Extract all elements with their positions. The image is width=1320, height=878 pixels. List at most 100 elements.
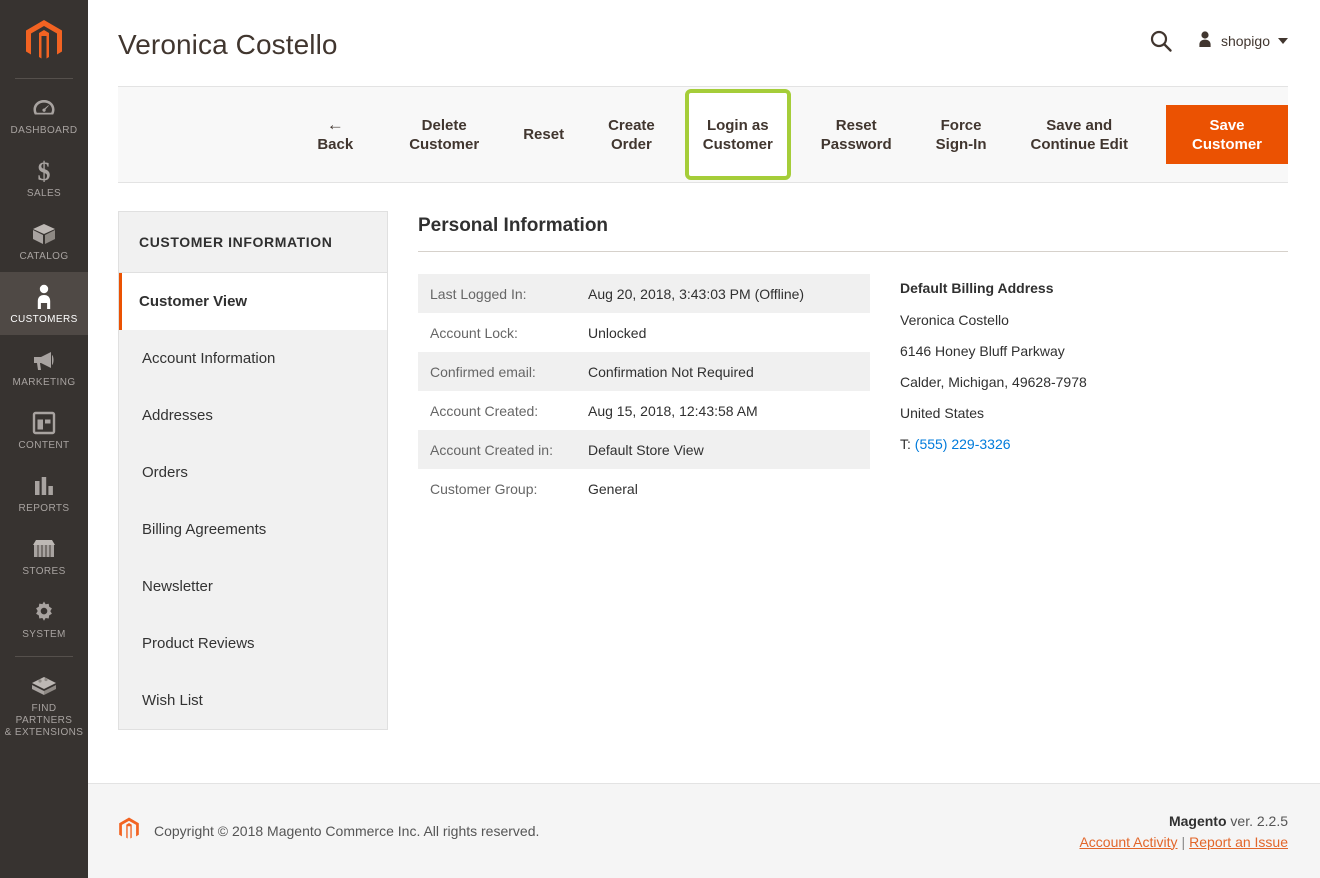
save-and-continue-edit-button[interactable]: Save and Continue Edit (1008, 87, 1150, 182)
delete-customer-button[interactable]: Delete Customer (387, 87, 501, 182)
force-sign-in-button[interactable]: Force Sign-In (914, 87, 1009, 182)
back-button-label: Back (317, 135, 354, 153)
person-icon (29, 283, 59, 311)
dollar-sign-icon: $ (29, 157, 59, 185)
sidebar-item-reports[interactable]: REPORTS (0, 461, 88, 524)
login-as-customer-button[interactable]: Login as Customer (684, 89, 791, 180)
sidebar-item-system[interactable]: SYSTEM (0, 587, 88, 650)
sidebar-item-catalog[interactable]: CATALOG (0, 209, 88, 272)
search-icon[interactable] (1148, 28, 1174, 54)
sidebar-item-customers[interactable]: CUSTOMERS (0, 272, 88, 335)
account-activity-link[interactable]: Account Activity (1079, 834, 1177, 850)
footer-link-separator: | (1181, 833, 1186, 850)
sidebar-item-content[interactable]: CONTENT (0, 398, 88, 461)
reset-button[interactable]: Reset (501, 87, 586, 182)
sidebar-item-label: SALES (26, 188, 62, 199)
sidebar-item-label: DASHBOARD (10, 125, 78, 136)
back-arrow-icon: ← (326, 114, 344, 134)
dashboard-gauge-icon (29, 94, 59, 122)
sidebar-item-billing-agreements[interactable]: Billing Agreements (119, 501, 387, 558)
address-phone-row: T: (555) 229-3326 (900, 436, 1288, 453)
row-label: Account Created in: (430, 441, 553, 458)
sidebar-item-label: MARKETING (12, 377, 76, 388)
sidebar-item-orders[interactable]: Orders (119, 444, 387, 501)
chevron-down-icon (1278, 38, 1288, 44)
panel-columns: Last Logged In: Aug 20, 2018, 3:43:03 PM… (418, 274, 1288, 508)
sidebar-item-wish-list[interactable]: Wish List (119, 672, 387, 729)
user-name-label: shopigo (1220, 33, 1270, 49)
back-button[interactable]: ← Back (277, 87, 387, 182)
table-row: Account Created in: Default Store View (418, 430, 870, 469)
megaphone-icon (29, 346, 59, 374)
main-column: Veronica Costello shopigo ← Back Delete … (88, 0, 1320, 878)
sidebar-item-newsletter[interactable]: Newsletter (119, 558, 387, 615)
sidebar-item-label: CONTENT (18, 440, 70, 451)
sidebar-item-account-information[interactable]: Account Information (119, 330, 387, 387)
sidebar-item-dashboard[interactable]: DASHBOARD (0, 83, 88, 146)
table-row: Customer Group: General (418, 469, 870, 508)
address-street: 6146 Honey Bluff Parkway (900, 343, 1065, 359)
sidebar-item-label: SYSTEM (22, 629, 66, 640)
footer-left: Copyright © 2018 Magento Commerce Inc. A… (118, 817, 539, 846)
address-country: United States (900, 405, 985, 421)
sidebar-divider-bottom (15, 656, 73, 657)
page-footer: Copyright © 2018 Magento Commerce Inc. A… (88, 783, 1320, 878)
magento-logo-icon[interactable] (0, 10, 88, 72)
page-content: CUSTOMER INFORMATION Customer View Accou… (88, 183, 1320, 783)
footer-right: Magento ver. 2.2.5 Account Activity | Repo… (1079, 813, 1288, 850)
footer-version-label: ver. 2.2.5 (1226, 812, 1288, 829)
row-label: Customer Group: (430, 480, 538, 497)
sidebar-item-label: FIND PARTNERS & EXTENSIONS (4, 703, 84, 738)
sidebar-item-label: CATALOG (19, 251, 69, 262)
box-icon (29, 220, 59, 248)
phone-link[interactable]: (555) 229-3326 (915, 436, 1011, 452)
sidebar-item-stores[interactable]: STORES (0, 524, 88, 587)
row-label: Last Logged In: (430, 285, 527, 302)
sidebar-item-label: REPORTS (18, 503, 70, 514)
address-title: Default Billing Address (900, 280, 1054, 296)
page-title: Veronica Costello (118, 29, 338, 60)
sidebar-item-sales[interactable]: $ SALES (0, 146, 88, 209)
side-tabs-title: CUSTOMER INFORMATION (119, 212, 387, 273)
user-menu[interactable]: shopigo (1196, 30, 1288, 53)
header-actions: shopigo (1148, 0, 1288, 54)
svg-text:$: $ (38, 158, 51, 184)
row-value: Default Store View (588, 441, 704, 458)
row-value: General (588, 480, 638, 497)
row-value: Aug 15, 2018, 12:43:58 AM (588, 402, 758, 419)
table-row: Confirmed email: Confirmation Not Requir… (418, 352, 870, 391)
table-row: Account Lock: Unlocked (418, 313, 870, 352)
storefront-icon (29, 535, 59, 563)
address-city-state-zip: Calder, Michigan, 49628-7978 (900, 374, 1087, 390)
layout-page-icon (29, 409, 59, 437)
default-billing-address-block: Default Billing Address Veronica Costell… (900, 274, 1288, 508)
page-actions-toolbar: ← Back Delete Customer Reset Create Orde… (118, 86, 1288, 183)
row-label: Confirmed email: (430, 363, 536, 380)
toolbar-wrapper: ← Back Delete Customer Reset Create Orde… (88, 86, 1320, 183)
bar-chart-icon (29, 472, 59, 500)
sidebar-item-find-partners[interactable]: FIND PARTNERS & EXTENSIONS (0, 661, 88, 748)
user-avatar-icon (1196, 30, 1214, 53)
table-row: Account Created: Aug 15, 2018, 12:43:58 … (418, 391, 870, 430)
row-label: Account Lock: (430, 324, 518, 341)
report-an-issue-link[interactable]: Report an Issue (1189, 834, 1288, 850)
personal-information-table: Last Logged In: Aug 20, 2018, 3:43:03 PM… (418, 274, 870, 508)
extension-block-icon (29, 672, 59, 700)
sidebar-item-marketing[interactable]: MARKETING (0, 335, 88, 398)
main-sidebar: DASHBOARD $ SALES CATALOG CUSTOMERS MARK… (0, 0, 88, 878)
phone-prefix-label: T: (900, 436, 911, 452)
table-row: Last Logged In: Aug 20, 2018, 3:43:03 PM… (418, 274, 870, 313)
sidebar-item-label: STORES (22, 566, 66, 577)
sidebar-item-customer-view[interactable]: Customer View (119, 273, 387, 330)
reset-password-button[interactable]: Reset Password (799, 87, 914, 182)
save-customer-button[interactable]: Save Customer (1165, 105, 1288, 164)
sidebar-item-product-reviews[interactable]: Product Reviews (119, 615, 387, 672)
footer-copyright: Copyright © 2018 Magento Commerce Inc. A… (154, 823, 540, 839)
row-value: Confirmation Not Required (588, 363, 754, 380)
address-name: Veronica Costello (900, 312, 1009, 328)
row-value: Unlocked (588, 324, 647, 341)
create-order-button[interactable]: Create Order (586, 87, 677, 182)
gear-icon (29, 598, 59, 626)
sidebar-item-addresses[interactable]: Addresses (119, 387, 387, 444)
magento-logo-icon (118, 817, 140, 846)
